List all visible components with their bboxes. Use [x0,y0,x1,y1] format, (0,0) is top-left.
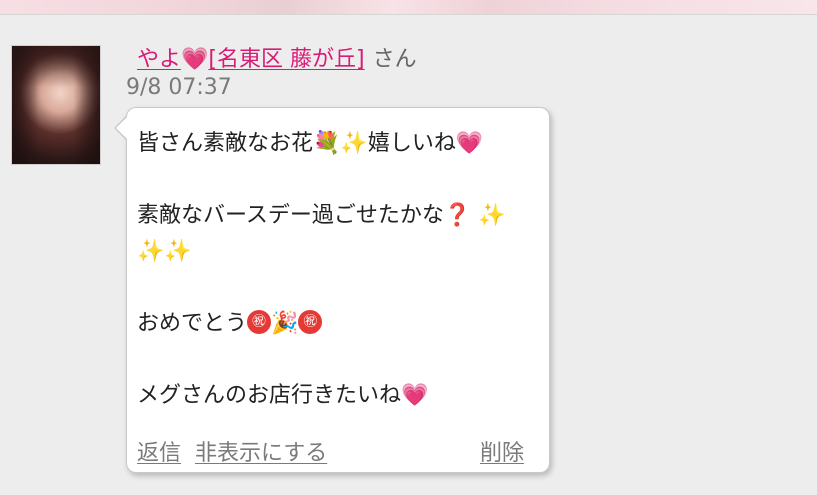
header-banner-image [0,0,817,15]
question-icon: ❓ [443,203,472,228]
reply-link[interactable]: 返信 [137,440,181,468]
comment-timestamp: 9/8 07:37 [126,75,232,100]
message-line-5: メグさんのお店行きたいね💗 [137,382,428,410]
message-line-1: 皆さん素敵なお花💐✨嬉しいね💗 [137,130,483,158]
avatar[interactable] [11,45,101,165]
delete-link[interactable]: 削除 [480,440,524,468]
congratulations-icon: ㊗ [298,310,323,334]
party-popper-icon: 🎉 [271,311,299,336]
heart-icon: 💗 [455,131,484,156]
bubble-tail [116,116,128,140]
sparkle-icon: ✨ [478,203,506,228]
sparkle-icon: ✨ [340,131,368,156]
sparkle-icon: ✨✨ [137,239,192,264]
comment-author: やよ💗[名東区 藤が丘] さん [137,46,417,74]
message-line-3: ✨✨ [137,238,192,266]
author-area[interactable]: [名東区 藤が丘] [208,47,364,72]
heart-icon: 💗 [401,383,429,408]
congratulations-icon: ㊗ [247,310,272,334]
heart-icon: 💗 [181,47,209,72]
message-line-2: 素敵なバースデー過ごせたかな❓ ✨ [137,202,506,230]
bouquet-icon: 💐 [313,131,341,156]
message-text: メグさんのお店行きたいね [137,383,402,408]
message-text: 嬉しいね [367,131,456,156]
avatar-photo-shade [12,46,100,164]
author-name[interactable]: やよ [137,47,181,72]
message-text: 皆さん素敵なお花 [137,131,314,156]
message-text: おめでとう [137,311,248,336]
message-line-4: おめでとう㊗ 🎉 ㊗ [137,310,323,338]
author-link[interactable]: やよ💗[名東区 藤が丘] [137,47,365,72]
hide-link[interactable]: 非表示にする [195,440,327,468]
author-honorific: さん [372,47,417,72]
message-text: 素敵なバースデー過ごせたかな [137,203,444,228]
comment-bubble [126,107,550,473]
